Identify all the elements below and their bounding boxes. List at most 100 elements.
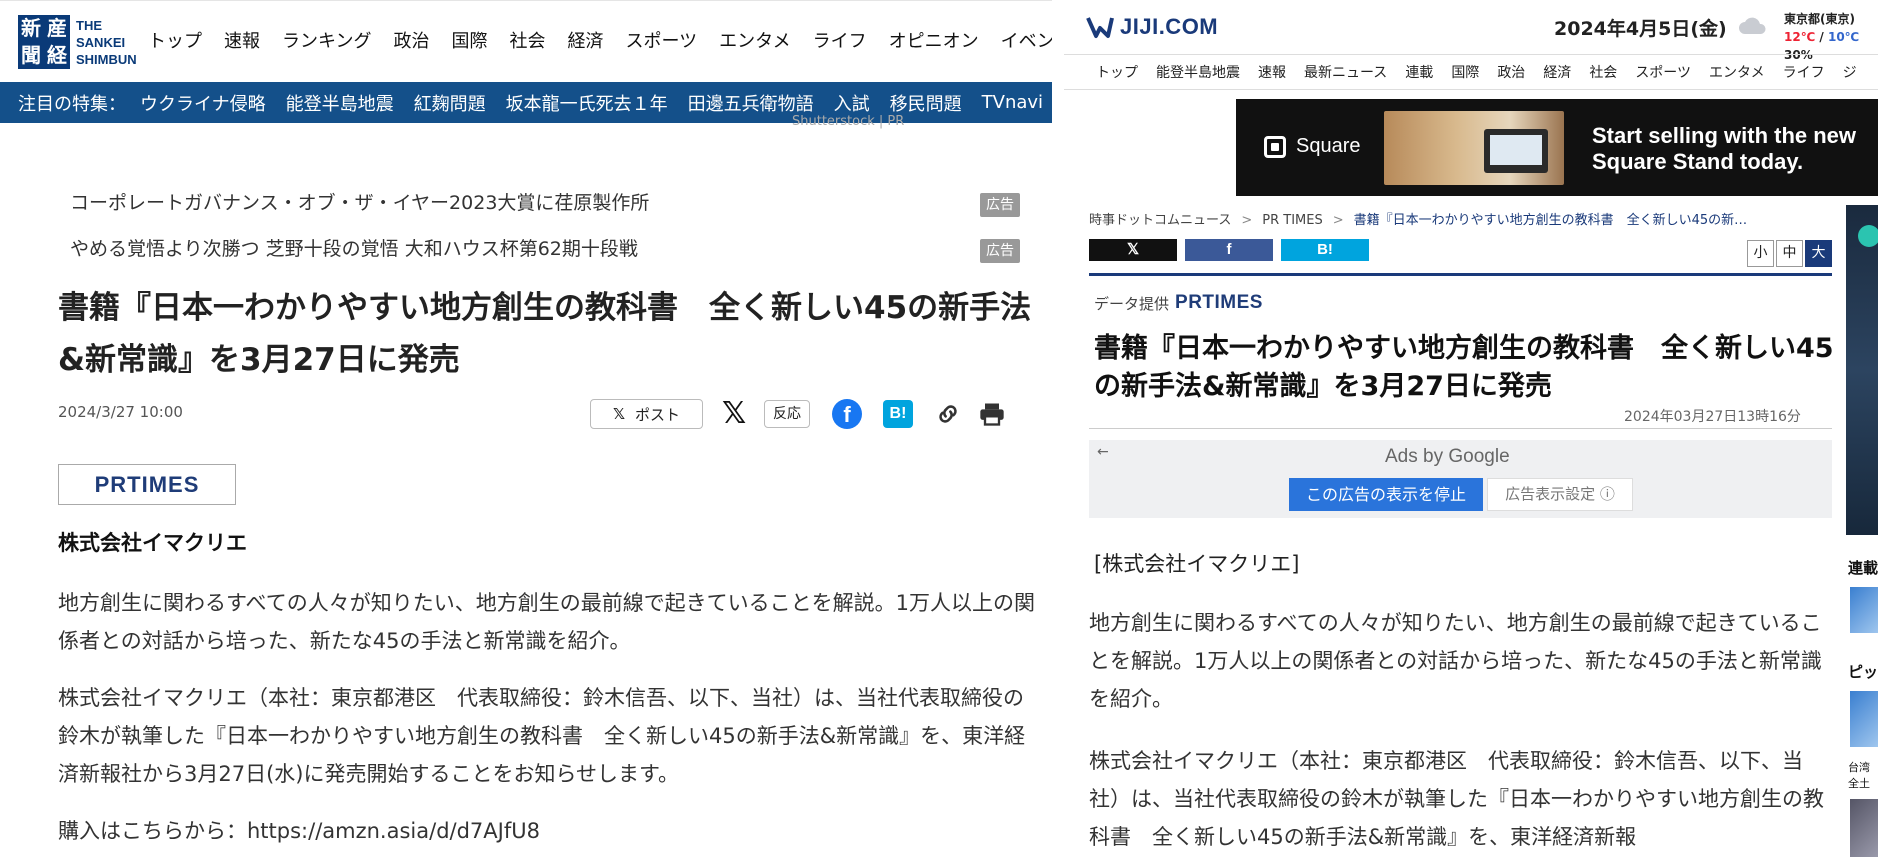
font-size-medium-button[interactable]: 中 [1776,240,1803,267]
company-name: [株式会社イマクリエ] [1094,552,1300,576]
nav-item-economy[interactable]: 経済 [567,27,603,53]
article-paragraph: 株式会社イマクリエ（本社：東京都港区 代表取締役：鈴木信吾、以下、当社）は、当社… [1089,749,1824,849]
tablet-stand-icon [1484,129,1548,173]
sidebar-caption[interactable]: 台湾 [1848,761,1870,775]
weather-city: 東京都(東京) [1784,12,1855,26]
nav-item-society[interactable]: 社会 [509,27,545,53]
nav-item-politics[interactable]: 政治 [393,27,429,53]
nav-item-life[interactable]: ライフ [813,27,867,53]
jiji-pane: JIJI.COM 2024年4月5日(金) 東京都(東京) 12℃ / 10℃ … [1064,0,1878,857]
jiji-logo-icon [1086,17,1114,38]
nav-item-sports[interactable]: スポーツ [1635,62,1691,82]
font-size-large-button[interactable]: 大 [1805,240,1832,267]
post-label: ポスト [635,405,681,424]
nav-item-top[interactable]: トップ [1096,62,1138,82]
facebook-share-icon[interactable]: f [832,399,862,429]
article-date: 2024/3/27 10:00 [58,403,183,421]
ads-by-google-label: Ads by Google [1385,446,1510,467]
sankei-logo-text: THE SANKEI SHIMBUN [76,17,137,68]
article-paragraph: 株式会社イマクリエ（本社：東京都港区 代表取締役：鈴木信吾、以下、当社）は、当社… [58,686,1026,786]
sidebar-banner[interactable] [1846,205,1878,535]
prtimes-logo: PRTIMES [58,464,236,505]
logo-line: SHIMBUN [76,51,137,67]
nav-item-ranking[interactable]: ランキング [282,27,371,53]
sankei-main-nav: トップ 速報 ランキング 政治 国際 社会 経済 スポーツ エンタメ ライフ オ… [148,27,1052,53]
x-post-button[interactable]: 𝕏 ポスト [590,399,703,429]
reaction-button[interactable]: 反応 [764,400,810,428]
ad-headline: Start selling with the new Square Stand … [1592,123,1856,175]
featured-topic-link[interactable]: 入試 [834,90,870,116]
featured-topic-link[interactable]: 紅麹問題 [414,90,486,116]
breadcrumb-root[interactable]: 時事ドットコムニュース [1089,213,1231,228]
article-timestamp: 2024年03月27日13時16分 [1624,409,1801,425]
nav-item-entertainment[interactable]: エンタメ [719,27,790,53]
featured-topic-link[interactable]: ウクライナ侵略 [140,90,266,116]
sankei-logo[interactable]: 新 産 聞 経 THE SANKEI SHIMBUN [18,15,137,69]
nav-item-top[interactable]: トップ [148,27,202,53]
nav-item-entertainment[interactable]: エンタメ [1709,62,1765,82]
nav-item-rensai[interactable]: 連載 [1405,62,1433,82]
nav-item-sports[interactable]: スポーツ [625,27,697,53]
sponsored-link[interactable]: やめる覚悟より次勝つ 芝野十段の覚悟 大和ハウス杯第62期十段戦 [70,234,638,261]
x-reaction-icon[interactable]: 𝕏 [722,398,746,430]
sidebar-section-label: 連載 [1848,559,1878,577]
nav-item-more[interactable]: ジ [1843,62,1857,82]
nav-item-economy[interactable]: 経済 [1543,62,1571,82]
ad-settings-button[interactable]: 広告表示設定 ⓘ [1487,478,1633,511]
square-banner-ad[interactable]: Square Start selling with the new Square… [1236,99,1878,196]
temp-high: 12℃ [1784,30,1816,44]
hatena-bookmark-icon[interactable]: B! [883,400,913,428]
nav-item-noto[interactable]: 能登半島地震 [1156,62,1240,82]
sidebar-thumbnail[interactable] [1850,799,1878,857]
article-paragraph: 地方創生に関わるすべての人々が知りたい、地方創生の最前線で起きていることを解説。… [1089,611,1822,711]
article-top-rule [1089,273,1832,276]
featured-topic-link[interactable]: TVnavi [982,92,1043,113]
nav-item-sokuho[interactable]: 速報 [224,27,260,53]
square-logo: Square [1264,135,1361,158]
stop-ad-button[interactable]: この広告の表示を停止 [1289,478,1483,511]
featured-topic-link[interactable]: 田邊五兵衛物語 [688,90,814,116]
nav-item-life[interactable]: ライフ [1783,62,1825,82]
prtimes-logo: PRTIMES [1175,292,1263,313]
nav-item-international[interactable]: 国際 [1451,62,1479,82]
hatena-share-button[interactable]: B! [1281,239,1369,261]
title-divider [1089,428,1832,429]
sankei-pane: 新 産 聞 経 THE SANKEI SHIMBUN トップ 速報 ランキング … [0,0,1052,857]
sponsored-link[interactable]: コーポレートガバナンス・オブ・ザ・イヤー2023大賞に荏原製作所 [70,188,649,215]
image-credit: Shutterstock | PR [792,114,905,129]
logo-kanji: 産 [47,16,67,40]
jiji-logo[interactable]: JIJI.COM [1086,14,1218,40]
nav-item-latest[interactable]: 最新ニュース [1304,62,1387,82]
font-size-small-button[interactable]: 小 [1747,240,1774,267]
x-share-button[interactable]: 𝕏 [1089,239,1177,261]
sidebar-thumbnail[interactable] [1850,587,1878,633]
print-icon[interactable] [978,400,1006,428]
logo-kanji: 聞 [21,43,41,67]
x-icon: 𝕏 [612,405,626,423]
featured-topic-link[interactable]: 坂本龍一氏死去１年 [506,90,668,116]
sidebar-thumbnail[interactable] [1850,691,1878,747]
data-provider: データ提供 PRTIMES [1094,292,1263,314]
article-paragraph: 地方創生に関わるすべての人々が知りたい、地方創生の最前線で起きていることを解説。… [58,591,1036,653]
breadcrumb-prtimes[interactable]: PR TIMES [1262,213,1322,228]
nav-item-society[interactable]: 社会 [1589,62,1617,82]
sidebar-caption[interactable]: 全土 [1848,777,1870,791]
jiji-main-nav: トップ 能登半島地震 速報 最新ニュース 連載 国際 政治 経済 社会 スポーツ… [1064,54,1878,90]
featured-topic-link[interactable]: 能登半島地震 [286,90,394,116]
nav-item-sokuho[interactable]: 速報 [1258,62,1286,82]
featured-topic-link[interactable]: 移民問題 [890,90,962,116]
breadcrumb-separator: > [1241,213,1253,228]
facebook-share-button[interactable]: f [1185,239,1273,261]
featured-topics-label: 注目の特集： [18,93,126,115]
nav-item-opinion[interactable]: オピニオン [889,27,979,53]
nav-item-event[interactable]: イベント [1001,27,1052,53]
back-arrow-icon[interactable]: ← [1097,444,1109,460]
nav-item-politics[interactable]: 政治 [1497,62,1525,82]
nav-item-international[interactable]: 国際 [451,27,487,53]
sankei-header: 新 産 聞 経 THE SANKEI SHIMBUN トップ 速報 ランキング … [0,0,1052,82]
copy-link-icon[interactable] [934,400,962,428]
ad-badge: 広告 [980,193,1020,217]
article-paragraph-purchase-link[interactable]: 購入はこちらから：https://amzn.asia/d/d7AJfU8 [58,812,1043,850]
temp-low: 10℃ [1827,30,1860,44]
breadcrumb: 時事ドットコムニュース > PR TIMES > 書籍『日本一わかりやすい地方創生の教科… [1089,209,1747,228]
